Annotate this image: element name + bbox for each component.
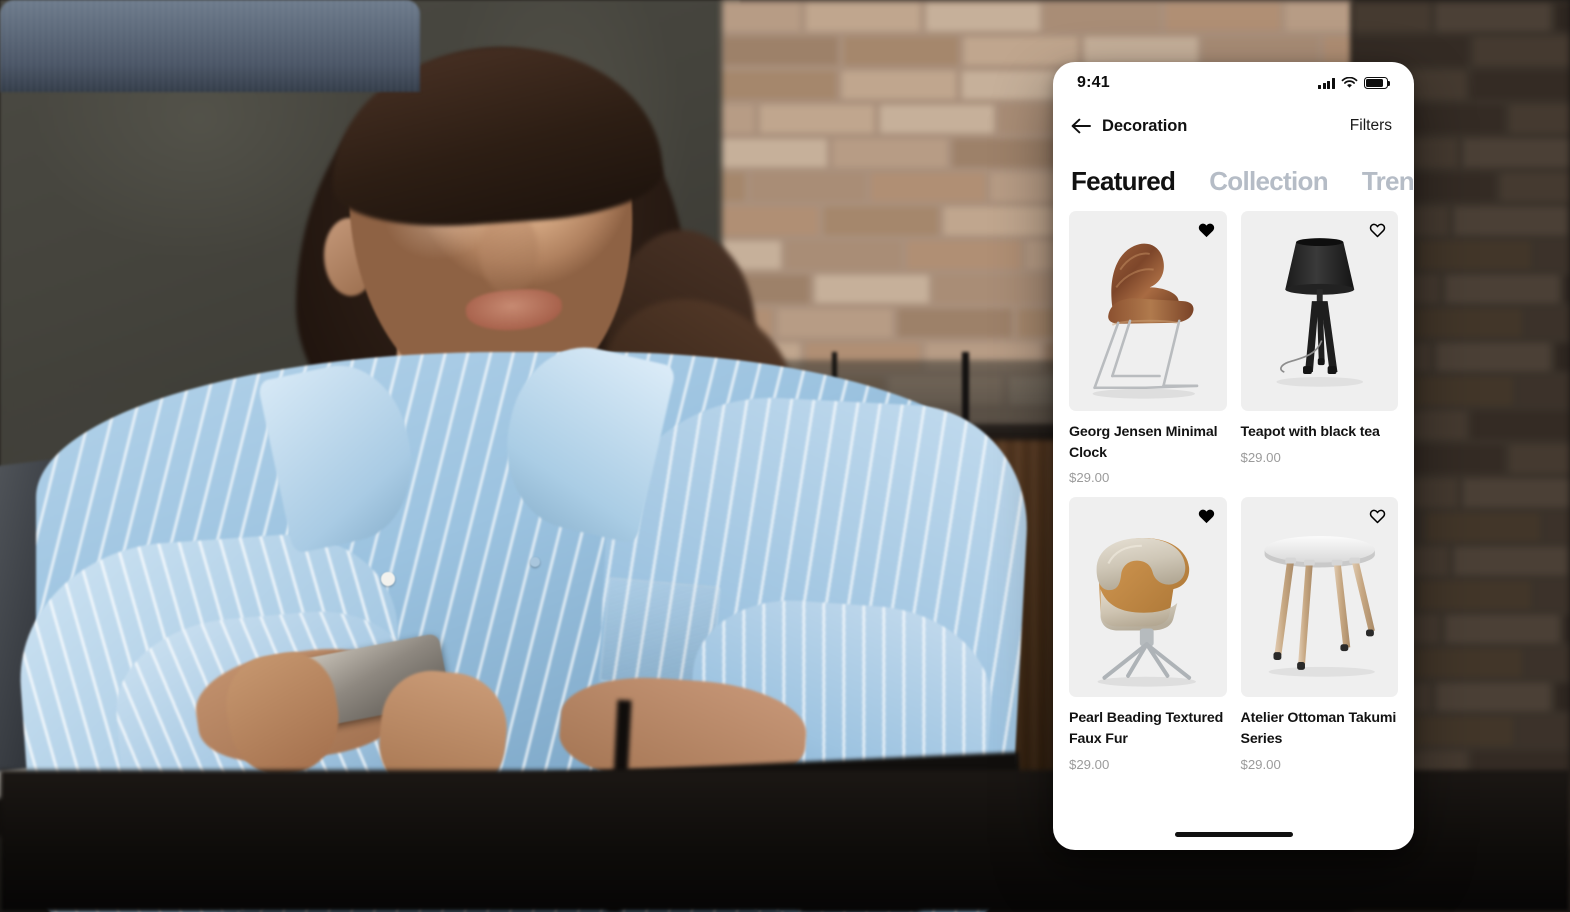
product-name: Atelier Ottoman Takumi Series	[1240, 710, 1397, 748]
phone-mockup: 9:41 Decoration Filters Featured Collect…	[1053, 62, 1414, 850]
product-price: $29.00	[1240, 756, 1281, 772]
wifi-icon	[1341, 77, 1358, 88]
wood-chair-image	[1069, 211, 1227, 411]
person-nose	[480, 212, 538, 294]
tab-collection[interactable]: Collection	[1209, 166, 1328, 197]
tab-bar: Featured Collection Trend	[1053, 148, 1414, 211]
product-name: Pearl Beading Textured Faux Fur	[1069, 710, 1224, 748]
shirt-button-1	[381, 572, 395, 586]
product-thumbnail[interactable]	[1240, 497, 1399, 698]
nav-bar: Decoration Filters	[1053, 104, 1414, 148]
page-title: Decoration	[1102, 116, 1188, 135]
shirt-button-2	[530, 557, 540, 567]
favorite-heart-icon-outline[interactable]	[1369, 508, 1386, 524]
tab-trending[interactable]: Trend	[1362, 166, 1414, 197]
person-jeans	[0, 0, 420, 92]
product-price: $29.00	[1240, 449, 1281, 465]
arrow-left-icon[interactable]	[1071, 118, 1091, 134]
nav-left-group[interactable]: Decoration	[1071, 117, 1187, 136]
product-thumbnail[interactable]	[1240, 211, 1399, 411]
product-card[interactable]: Atelier Ottoman Takumi Series $29.00	[1240, 497, 1399, 772]
home-indicator[interactable]	[1174, 832, 1293, 837]
tripod-floor-lamp-image	[1241, 211, 1399, 411]
favorite-heart-icon-filled[interactable]	[1198, 508, 1215, 524]
product-card[interactable]: Georg Jensen Minimal Clock $29.00	[1069, 211, 1227, 485]
status-time: 9:41	[1077, 74, 1110, 91]
filters-button[interactable]: Filters	[1350, 117, 1392, 135]
round-side-table-image	[1241, 497, 1399, 697]
product-card[interactable]: Pearl Beading Textured Faux Fur $29.00	[1069, 497, 1227, 772]
swivel-armchair-image	[1069, 497, 1227, 697]
favorite-heart-icon-outline[interactable]	[1369, 222, 1386, 238]
status-bar: 9:41	[1053, 62, 1414, 104]
scene-root: 9:41 Decoration Filters Featured Collect…	[0, 0, 1570, 912]
product-name: Georg Jensen Minimal Clock	[1069, 424, 1218, 461]
product-thumbnail[interactable]	[1069, 497, 1227, 698]
favorite-heart-icon-filled[interactable]	[1198, 222, 1215, 238]
tab-featured[interactable]: Featured	[1071, 166, 1176, 197]
product-thumbnail[interactable]	[1069, 211, 1227, 411]
battery-icon	[1364, 77, 1391, 89]
product-card[interactable]: Teapot with black tea $29.00	[1240, 211, 1399, 485]
product-name: Teapot with black tea	[1240, 424, 1380, 440]
product-grid: Georg Jensen Minimal Clock $29.00 Teapot…	[1053, 211, 1414, 772]
product-price: $29.00	[1069, 470, 1110, 486]
status-icons	[1318, 77, 1391, 89]
signal-icon	[1318, 77, 1335, 89]
product-price: $29.00	[1069, 756, 1110, 772]
